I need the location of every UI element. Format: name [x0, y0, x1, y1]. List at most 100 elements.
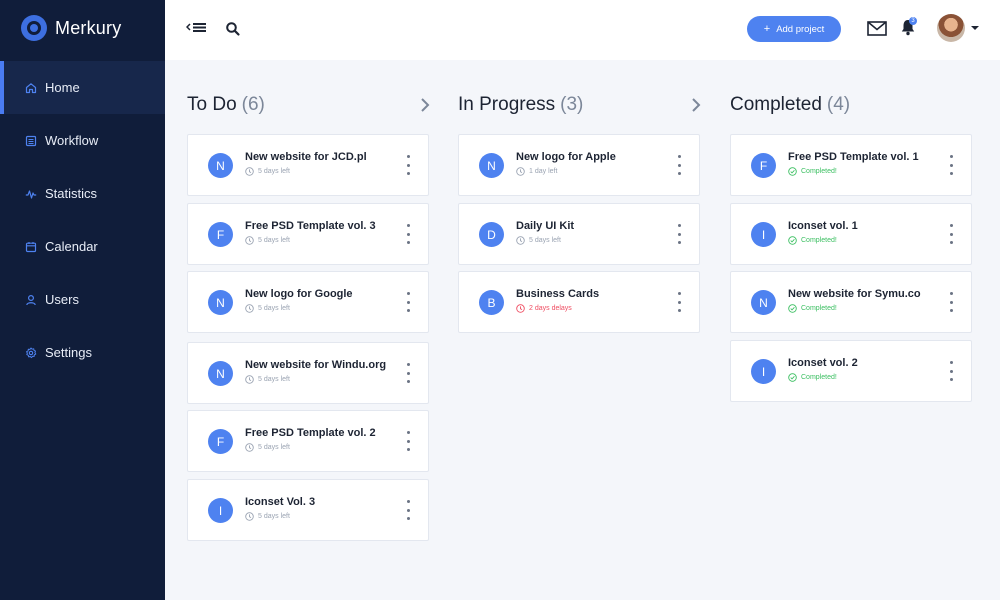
column-title: In Progress (3)	[458, 94, 583, 116]
mail-icon[interactable]	[867, 21, 887, 36]
task-avatar: I	[751, 222, 776, 247]
task-avatar: N	[208, 290, 233, 315]
clock-icon	[245, 236, 254, 245]
column-title-text: In Progress	[458, 94, 556, 115]
task-avatar: F	[208, 429, 233, 454]
task-card[interactable]: N New website for JCD.pl 5 days left	[187, 134, 429, 196]
sidebar-item-calendar[interactable]: Calendar	[0, 220, 165, 273]
topbar: + Add project 3	[165, 0, 1000, 60]
task-card[interactable]: N New website for Windu.org 5 days left	[187, 342, 429, 404]
column-count: (4)	[826, 94, 851, 115]
clock-icon	[516, 236, 525, 245]
column-count: (3)	[560, 94, 584, 115]
more-vertical-icon[interactable]	[947, 361, 955, 381]
notification-badge: 3	[909, 17, 917, 25]
task-title: Business Cards	[516, 288, 600, 300]
sidebar-item-home[interactable]: Home	[0, 61, 165, 114]
sidebar-item-label: Home	[45, 80, 80, 95]
clock-alert-icon	[516, 304, 525, 313]
sidebar-item-users[interactable]: Users	[0, 273, 165, 326]
brand[interactable]: Merkury	[21, 14, 121, 42]
task-avatar: N	[208, 153, 233, 178]
task-title: Iconset vol. 2	[788, 357, 858, 369]
task-meta: 5 days left	[245, 375, 290, 384]
user-icon	[25, 294, 37, 306]
menu-toggle-icon[interactable]	[185, 20, 208, 38]
sidebar-item-statistics[interactable]: Statistics	[0, 167, 165, 220]
column-title-text: Completed	[730, 94, 822, 115]
task-meta-text: 5 days left	[529, 237, 561, 244]
check-circle-icon	[788, 236, 797, 245]
chart-line-icon	[25, 188, 37, 200]
task-meta: Completed!	[788, 167, 837, 176]
task-card[interactable]: B Business Cards 2 days delays	[458, 271, 700, 333]
task-card[interactable]: N New logo for Google 5 days left	[187, 271, 429, 333]
column-count: (6)	[241, 94, 265, 115]
task-meta-text: 5 days left	[258, 444, 290, 451]
task-meta: 5 days left	[516, 236, 561, 245]
more-vertical-icon[interactable]	[947, 155, 955, 175]
task-card[interactable]: I Iconset vol. 1 Completed!	[730, 203, 972, 265]
sidebar-item-label: Workflow	[45, 133, 99, 148]
avatar[interactable]	[937, 14, 965, 42]
task-card[interactable]: N New website for Symu.co Completed!	[730, 271, 972, 333]
column-title-text: To Do	[187, 94, 237, 115]
brand-name: Merkury	[55, 17, 122, 38]
task-card[interactable]: F Free PSD Template vol. 1 Completed!	[730, 134, 972, 196]
column-header: To Do (6)	[187, 92, 430, 118]
task-meta: 2 days delays	[516, 304, 572, 313]
kanban-board: To Do (6) N New website for JCD.pl 5 days…	[165, 60, 1000, 600]
search-icon[interactable]	[225, 21, 241, 37]
plus-icon: +	[763, 23, 771, 35]
task-meta: 5 days left	[245, 304, 290, 313]
sidebar: Merkury Home Workflow Statistics Calenda…	[0, 0, 165, 600]
clock-icon	[245, 375, 254, 384]
task-card[interactable]: D Daily UI Kit 5 days left	[458, 203, 700, 265]
chevron-right-icon[interactable]	[691, 97, 701, 113]
more-vertical-icon[interactable]	[675, 292, 683, 312]
task-avatar: I	[208, 498, 233, 523]
merkury-logo-icon	[21, 15, 47, 41]
more-vertical-icon[interactable]	[404, 500, 412, 520]
task-card[interactable]: N New logo for Apple 1 day left	[458, 134, 700, 196]
task-title: New website for Windu.org	[245, 359, 387, 371]
task-title: Iconset Vol. 3	[245, 496, 316, 508]
more-vertical-icon[interactable]	[404, 155, 412, 175]
task-meta: 5 days left	[245, 443, 290, 452]
task-meta: 1 day left	[516, 167, 557, 176]
task-meta-text: 5 days left	[258, 168, 290, 175]
task-card[interactable]: F Free PSD Template vol. 3 5 days left	[187, 203, 429, 265]
add-project-button[interactable]: + Add project	[747, 16, 841, 42]
more-vertical-icon[interactable]	[404, 363, 412, 383]
more-vertical-icon[interactable]	[404, 224, 412, 244]
task-avatar: N	[479, 153, 504, 178]
task-avatar: N	[208, 361, 233, 386]
sidebar-item-label: Statistics	[45, 186, 98, 201]
list-icon	[25, 135, 37, 147]
task-title: New website for JCD.pl	[245, 151, 367, 163]
column-title: Completed (4)	[730, 94, 850, 116]
task-title: Free PSD Template vol. 2	[245, 427, 376, 439]
more-vertical-icon[interactable]	[404, 292, 412, 312]
more-vertical-icon[interactable]	[675, 224, 683, 244]
more-vertical-icon[interactable]	[404, 431, 412, 451]
task-meta-text: 2 days delays	[529, 305, 572, 312]
sidebar-item-workflow[interactable]: Workflow	[0, 114, 165, 167]
more-vertical-icon[interactable]	[947, 292, 955, 312]
task-card[interactable]: I Iconset Vol. 3 5 days left	[187, 479, 429, 541]
task-title: Daily UI Kit	[516, 220, 575, 232]
chevron-down-icon[interactable]	[971, 26, 979, 30]
column-header: Completed (4)	[730, 92, 972, 118]
more-vertical-icon[interactable]	[947, 224, 955, 244]
sidebar-item-label: Settings	[45, 345, 92, 360]
task-card[interactable]: I Iconset vol. 2 Completed!	[730, 340, 972, 402]
sidebar-item-settings[interactable]: Settings	[0, 326, 165, 379]
more-vertical-icon[interactable]	[675, 155, 683, 175]
task-card[interactable]: F Free PSD Template vol. 2 5 days left	[187, 410, 429, 472]
task-avatar: I	[751, 359, 776, 384]
chevron-right-icon[interactable]	[420, 97, 430, 113]
clock-icon	[245, 167, 254, 176]
task-title: New logo for Google	[245, 288, 353, 300]
task-avatar: N	[751, 290, 776, 315]
check-circle-icon	[788, 304, 797, 313]
